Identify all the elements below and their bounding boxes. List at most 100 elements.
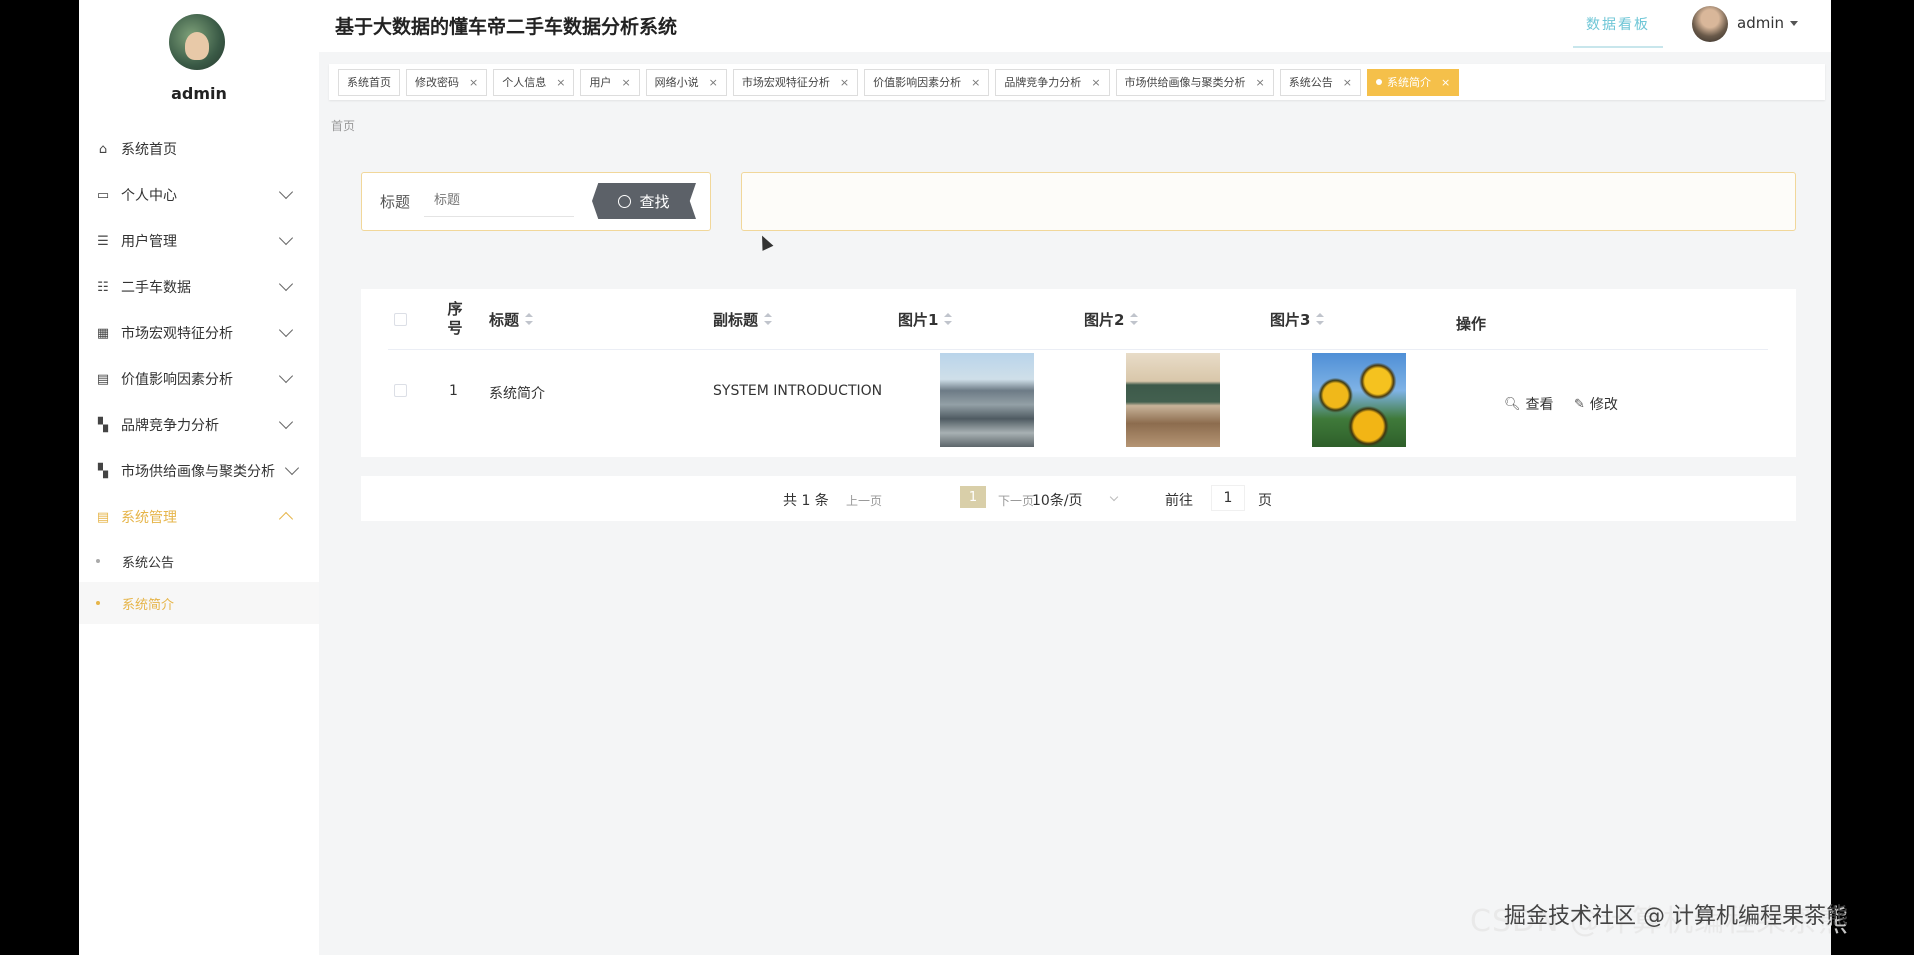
dashboard-button[interactable]: 数据看板 (1573, 14, 1663, 48)
sidebar-item-brand-competitiveness[interactable]: ▚ 品牌竞争力分析 (79, 402, 319, 448)
sidebar-item-used-car-data[interactable]: ☷ 二手车数据 (79, 264, 319, 310)
tab-home[interactable]: 系统首页 (338, 68, 400, 96)
tab-users[interactable]: 用户 × (580, 68, 640, 96)
tab-label: 市场供给画像与聚类分析 (1124, 76, 1246, 89)
list-icon: ☰ (97, 233, 109, 249)
row-image-1-town[interactable] (940, 353, 1034, 447)
avatar[interactable] (1692, 6, 1728, 42)
sidebar-item-home[interactable]: ⌂ 系统首页 (79, 126, 319, 172)
chevron-down-icon (284, 460, 300, 476)
column-header-image2[interactable]: 图片2 (1084, 289, 1139, 349)
edit-button[interactable]: ✎ 修改 (1574, 394, 1618, 414)
sidebar-item-label: 个人中心 (121, 188, 177, 204)
row-title: 系统简介 (489, 386, 545, 402)
column-header-title[interactable]: 标题 (489, 289, 534, 349)
sidebar-item-label: 品牌竞争力分析 (121, 418, 219, 434)
row-checkbox[interactable] (394, 384, 407, 397)
sort-icon[interactable] (944, 313, 953, 325)
column-header-image3[interactable]: 图片3 (1270, 289, 1325, 349)
sidebar-item-value-factors[interactable]: ▤ 价值影响因素分析 (79, 356, 319, 402)
close-icon[interactable]: × (709, 76, 718, 89)
tab-label: 网络小说 (654, 76, 699, 89)
close-icon[interactable]: × (621, 76, 630, 89)
tab-change-password[interactable]: 修改密码 × (406, 68, 488, 96)
column-header-actions: 操作 (1456, 314, 1487, 333)
sidebar-item-system-management[interactable]: ▤ 系统管理 (79, 494, 319, 540)
close-icon[interactable]: × (1343, 76, 1352, 89)
tab-market-macro[interactable]: 市场宏观特征分析 × (732, 68, 859, 96)
id-card-icon: ▭ (96, 187, 110, 203)
tab-brand-competitiveness[interactable]: 品牌竞争力分析 × (995, 68, 1110, 96)
chevron-down-icon[interactable] (1109, 492, 1119, 502)
tab-label: 品牌竞争力分析 (1004, 76, 1082, 89)
pagination: 共 1 条 上一页 1 下一页 10条/页 前往 1 页 (361, 476, 1796, 521)
sort-icon[interactable] (1130, 313, 1139, 325)
sidebar-item-market-macro[interactable]: ▦ 市场宏观特征分析 (79, 310, 319, 356)
sidebar-item-label: 价值影响因素分析 (121, 372, 233, 388)
row-image-3-sunflowers[interactable] (1312, 353, 1406, 447)
page-suffix: 页 (1258, 493, 1272, 509)
goto-label: 前往 (1165, 493, 1193, 509)
tab-web-novel[interactable]: 网络小说 × (645, 68, 727, 96)
column-header-image1[interactable]: 图片1 (898, 289, 953, 349)
next-page-button[interactable]: 下一页 (998, 492, 1034, 509)
close-icon[interactable]: × (971, 76, 980, 89)
row-image-2-classroom[interactable] (1126, 353, 1220, 447)
search-input[interactable] (424, 185, 574, 217)
goto-page-input[interactable]: 1 (1211, 485, 1245, 511)
edit-label: 修改 (1589, 397, 1618, 413)
close-icon[interactable]: × (1091, 76, 1100, 89)
edit-icon: ✎ (1574, 396, 1585, 412)
caret-down-icon (1790, 21, 1798, 26)
sidebar-item-personal-center[interactable]: ▭ 个人中心 (79, 172, 319, 218)
prev-page-button[interactable]: 上一页 (846, 492, 882, 509)
sidebar-username: admin (171, 84, 227, 103)
tab-personal-info[interactable]: 个人信息 × (493, 68, 575, 96)
clipboard-icon: ▤ (96, 509, 110, 525)
tab-system-intro[interactable]: 系统简介 × (1366, 68, 1460, 96)
chevron-down-icon (278, 276, 294, 292)
close-icon[interactable]: × (1256, 76, 1265, 89)
sidebar-subitem-announcement[interactable]: 系统公告 (79, 540, 319, 582)
close-icon[interactable]: × (840, 76, 849, 89)
sidebar-avatar[interactable] (169, 14, 225, 70)
tab-label: 修改密码 (415, 76, 459, 89)
column-header-label: 图片3 (1270, 310, 1311, 329)
tab-supply-clustering[interactable]: 市场供给画像与聚类分析 × (1115, 68, 1274, 96)
tab-value-factors[interactable]: 价值影响因素分析 × (864, 68, 990, 96)
search-label: 标题 (380, 193, 411, 211)
chevron-down-icon (278, 368, 294, 384)
search-panel: 标题 查找 (361, 172, 711, 231)
header-divider (388, 349, 1768, 350)
action-bar (741, 172, 1796, 231)
chevron-down-icon (278, 230, 294, 246)
view-button[interactable]: 🔍︎ 查看 (1504, 394, 1554, 414)
close-icon[interactable]: × (469, 76, 478, 89)
tab-label: 系统公告 (1288, 76, 1333, 89)
sidebar-subitem-label: 系统公告 (122, 555, 175, 571)
sort-icon[interactable] (1316, 313, 1325, 325)
data-table: 序号 标题 副标题 图片1 图片2 图片3 操作 1 系统简介 SYSTEM I… (361, 289, 1796, 457)
close-icon[interactable]: × (1441, 76, 1450, 89)
chevron-down-icon (278, 184, 294, 200)
tab-label: 用户 (589, 76, 612, 89)
column-header-subtitle[interactable]: 副标题 (713, 289, 773, 349)
sidebar-subitem-label: 系统简介 (122, 597, 175, 613)
sort-icon[interactable] (764, 313, 773, 325)
row-index: 1 (449, 383, 458, 399)
breadcrumb[interactable]: 首页 (331, 117, 355, 134)
tab-announcement[interactable]: 系统公告 × (1279, 68, 1361, 96)
close-icon[interactable]: × (556, 76, 565, 89)
sidebar-item-supply-clustering[interactable]: ▚ 市场供给画像与聚类分析 (79, 448, 319, 494)
sidebar-subitem-system-intro[interactable]: 系统简介 (79, 582, 319, 624)
select-all-checkbox[interactable] (394, 313, 407, 326)
app-title: 基于大数据的懂车帝二手车数据分析系统 (335, 16, 678, 38)
page-size-select[interactable]: 10条/页 (1032, 490, 1083, 510)
page-number-current[interactable]: 1 (960, 486, 986, 508)
home-icon: ⌂ (98, 141, 108, 157)
column-header-label: 图片1 (898, 310, 939, 329)
sidebar-item-user-management[interactable]: ☰ 用户管理 (79, 218, 319, 264)
user-menu[interactable]: admin (1737, 14, 1798, 32)
search-button[interactable]: 查找 (592, 183, 696, 219)
sort-icon[interactable] (525, 313, 534, 325)
